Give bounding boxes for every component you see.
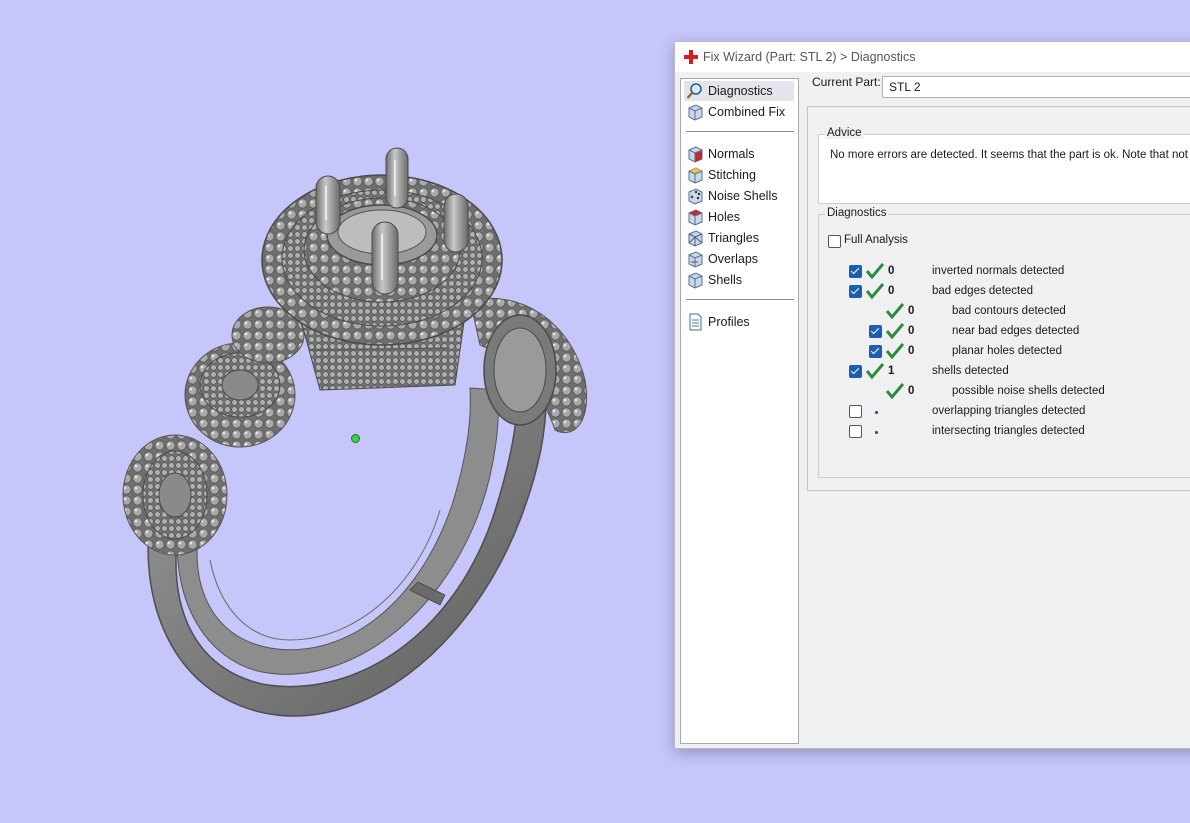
- diagnostics-group: Diagnostics Full Analysis 0 inverted nor…: [818, 207, 1190, 478]
- nav-item-label: Diagnostics: [708, 84, 773, 98]
- green-check-icon: [866, 263, 884, 279]
- nav-item-label: Normals: [708, 147, 755, 161]
- document-icon: [689, 313, 702, 331]
- nav-item-label: Noise Shells: [708, 189, 778, 203]
- pending-dot-icon: [875, 431, 878, 434]
- green-check-icon: [886, 383, 904, 399]
- bad-contours-label: bad contours detected: [952, 305, 1066, 317]
- green-check-icon: [866, 363, 884, 379]
- near-bad-edges-label: near bad edges detected: [952, 325, 1080, 337]
- inverted-normals-label: inverted normals detected: [932, 265, 1065, 277]
- title-bar[interactable]: Fix Wizard (Part: STL 2) > Diagnostics: [675, 42, 1190, 72]
- inverted-normals-checkbox[interactable]: [849, 265, 862, 278]
- advice-group: Advice No more errors are detected. It s…: [818, 127, 1190, 204]
- bad-edges-label: bad edges detected: [932, 285, 1034, 297]
- nav-item-noise-shells[interactable]: Noise Shells: [684, 186, 794, 206]
- nav-item-label: Holes: [708, 210, 740, 224]
- planar-holes-count: 0: [908, 345, 915, 357]
- diagnostics-title: Diagnostics: [825, 207, 889, 219]
- nav-item-label: Overlaps: [708, 252, 759, 266]
- noise-shells-count: 0: [908, 385, 915, 397]
- nav-item-label: Shells: [708, 273, 743, 287]
- cube-noise-icon: [688, 188, 703, 205]
- shells-count: 1: [888, 365, 895, 377]
- overlapping-triangles-checkbox[interactable]: [849, 405, 862, 418]
- current-part-value: STL 2: [889, 80, 921, 94]
- ring-model: [122, 147, 587, 717]
- cube-holes-icon: [688, 209, 703, 226]
- nav-item-label: Stitching: [708, 168, 756, 182]
- nav-item-combined-fix[interactable]: Combined Fix: [684, 102, 794, 122]
- nav-item-overlaps[interactable]: Overlaps: [684, 249, 794, 269]
- nav-item-profiles[interactable]: Profiles: [684, 312, 794, 332]
- full-analysis-label[interactable]: Full Analysis: [844, 234, 908, 246]
- current-part-field[interactable]: STL 2: [882, 76, 1190, 98]
- nav-item-normals[interactable]: Normals: [684, 144, 794, 164]
- window-title: Fix Wizard (Part: STL 2) > Diagnostics: [703, 50, 916, 64]
- cube-icon: [688, 104, 703, 121]
- advice-title: Advice: [825, 127, 864, 139]
- nav-separator: [686, 299, 794, 300]
- overlapping-triangles-label: overlapping triangles detected: [932, 405, 1086, 417]
- planar-holes-checkbox[interactable]: [869, 345, 882, 358]
- green-check-icon: [886, 343, 904, 359]
- nav-item-triangles[interactable]: Triangles: [684, 228, 794, 248]
- nav-item-label: Profiles: [708, 315, 750, 329]
- 3d-viewport[interactable]: [0, 0, 680, 823]
- near-bad-edges-checkbox[interactable]: [869, 325, 882, 338]
- cube-stitching-icon: [688, 167, 703, 184]
- bad-edges-checkbox[interactable]: [849, 285, 862, 298]
- shells-checkbox[interactable]: [849, 365, 862, 378]
- noise-shells-label: possible noise shells detected: [952, 385, 1105, 397]
- green-check-icon: [886, 323, 904, 339]
- nav-item-label: Combined Fix: [708, 105, 786, 119]
- nav-item-diagnostics[interactable]: Diagnostics: [684, 81, 794, 101]
- bad-contours-count: 0: [908, 305, 915, 317]
- nav-separator: [686, 131, 794, 132]
- nav-item-stitching[interactable]: Stitching: [684, 165, 794, 185]
- diagnostics-panel: Advice No more errors are detected. It s…: [807, 106, 1190, 491]
- full-analysis-checkbox[interactable]: [828, 235, 841, 248]
- nav-item-holes[interactable]: Holes: [684, 207, 794, 227]
- advice-text: No more errors are detected. It seems th…: [830, 149, 1190, 161]
- green-check-icon: [886, 303, 904, 319]
- cube-shells-icon: [688, 272, 703, 289]
- cube-triangles-icon: [688, 230, 703, 247]
- green-check-icon: [866, 283, 884, 299]
- inverted-normals-count: 0: [888, 265, 895, 277]
- cube-normals-icon: [688, 146, 703, 163]
- nav-item-label: Triangles: [708, 231, 759, 245]
- red-cross-icon: [684, 50, 698, 64]
- magnifier-icon: [686, 83, 702, 99]
- planar-holes-label: planar holes detected: [952, 345, 1062, 357]
- nav-item-shells[interactable]: Shells: [684, 270, 794, 290]
- intersecting-triangles-label: intersecting triangles detected: [932, 425, 1085, 437]
- rotation-center-marker: [351, 434, 360, 443]
- current-part-label: Current Part:: [812, 75, 881, 89]
- pending-dot-icon: [875, 411, 878, 414]
- wizard-nav-list: Diagnostics Combined Fix Normals Stitchi…: [680, 78, 799, 744]
- near-bad-edges-count: 0: [908, 325, 915, 337]
- cube-overlaps-icon: [688, 251, 703, 268]
- intersecting-triangles-checkbox[interactable]: [849, 425, 862, 438]
- bad-edges-count: 0: [888, 285, 895, 297]
- fix-wizard-dialog: Fix Wizard (Part: STL 2) > Diagnostics D…: [674, 41, 1190, 749]
- shells-label: shells detected: [932, 365, 1009, 377]
